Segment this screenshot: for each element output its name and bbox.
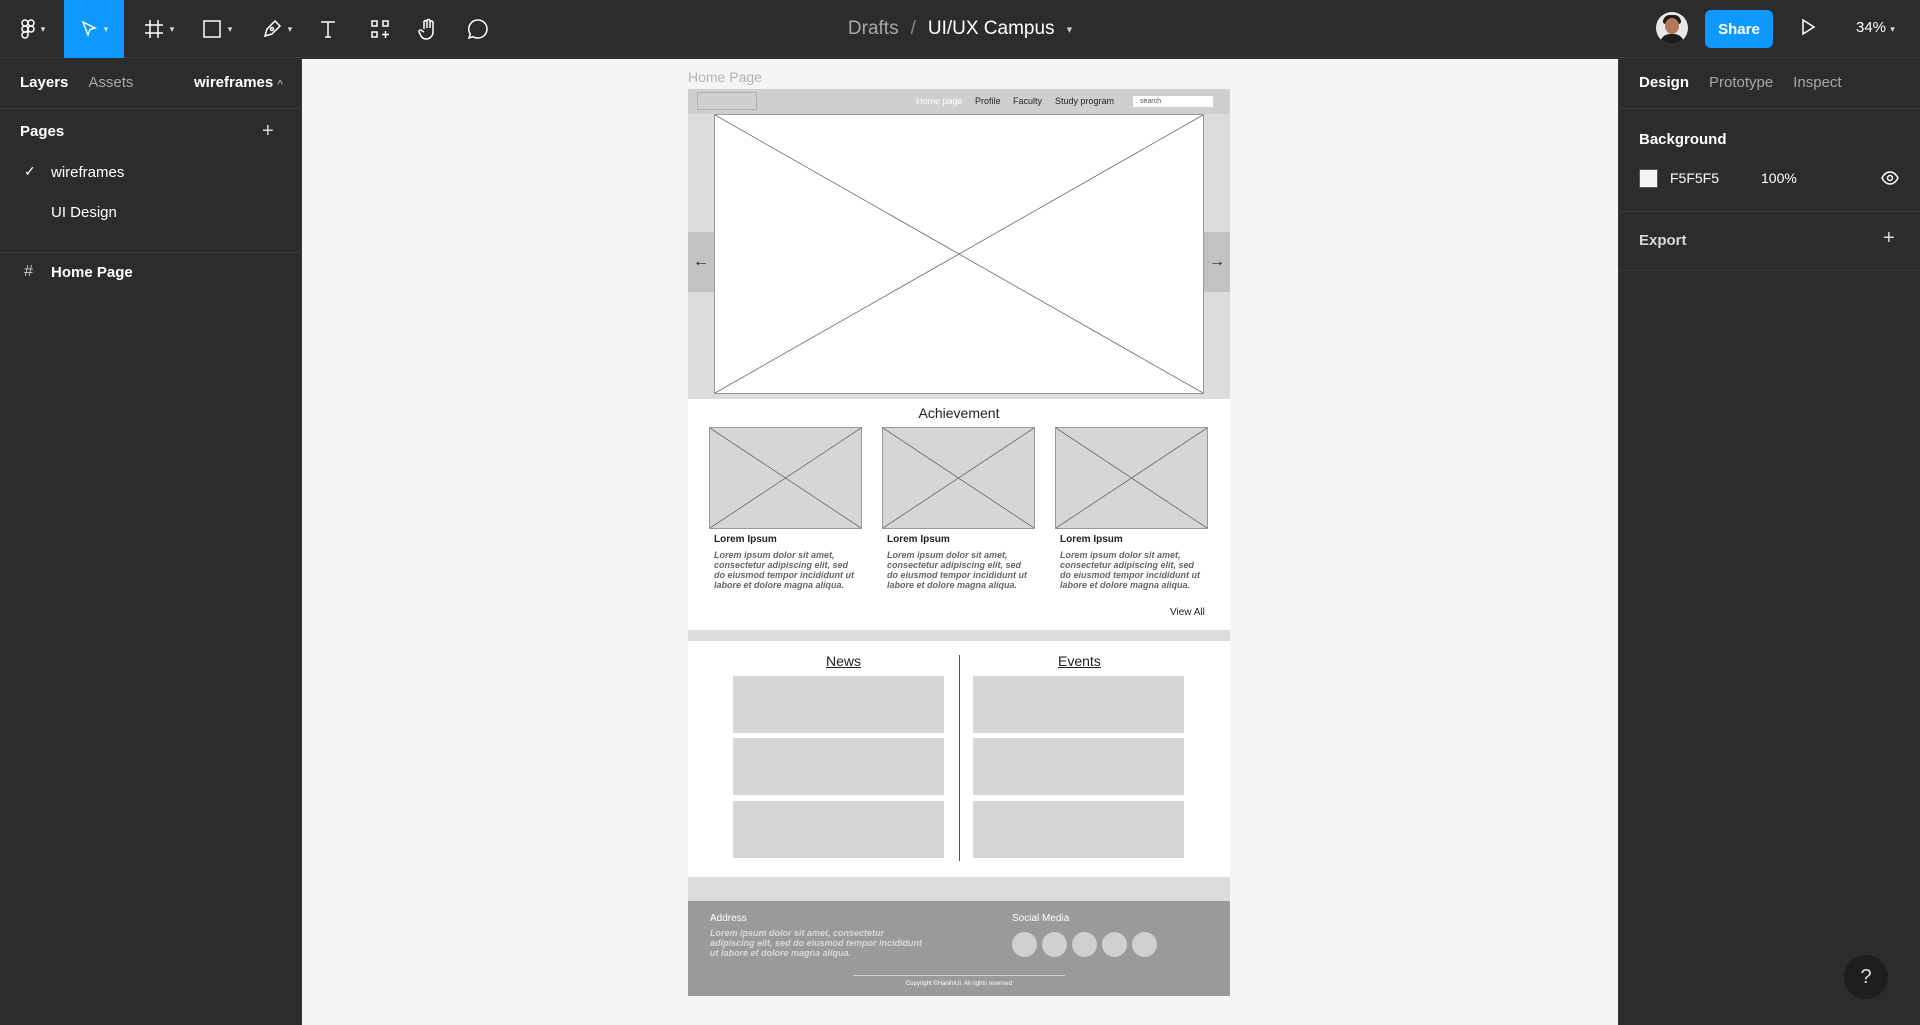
divider	[0, 108, 301, 109]
divider	[1619, 108, 1919, 109]
divider	[0, 252, 301, 253]
achievement-card[interactable]: Lorem Ipsum Lorem ipsum dolor sit amet, …	[1055, 427, 1208, 590]
achievement-card[interactable]: Lorem Ipsum Lorem ipsum dolor sit amet, …	[709, 427, 862, 590]
nav-link-profile[interactable]: Profile	[975, 96, 1001, 106]
news-item-placeholder[interactable]	[733, 676, 944, 733]
pages-heading: Pages	[20, 123, 65, 140]
right-panel-tabs: Design Prototype Inspect	[1639, 74, 1842, 91]
card-text: Lorem ipsum dolor sit amet, consectetur …	[887, 550, 1027, 590]
properties-panel: Design Prototype Inspect Background F5F5…	[1618, 59, 1920, 1025]
divider	[1619, 211, 1919, 212]
news-title: News	[826, 653, 862, 669]
top-toolbar: ▾ ▾ ▾ ▾ ▾ Drafts / UI/UX Campus ▾ Share	[0, 0, 1920, 58]
footer-address-label: Address	[710, 913, 747, 924]
background-hex-value[interactable]: F5F5F5	[1670, 170, 1719, 186]
social-icon[interactable]	[1042, 932, 1067, 957]
zoom-control[interactable]: 34% ▾	[1856, 19, 1895, 36]
social-icon[interactable]	[1132, 932, 1157, 957]
breadcrumb-separator: /	[910, 18, 916, 39]
eye-icon	[1881, 171, 1899, 185]
news-item-placeholder[interactable]	[733, 801, 944, 858]
footer-address-text: Lorem ipsum dolor sit amet, consectetur …	[710, 928, 923, 958]
card-image-placeholder	[709, 427, 862, 529]
help-button[interactable]: ?	[1844, 955, 1888, 999]
card-title: Lorem Ipsum	[887, 534, 950, 545]
news-item-placeholder[interactable]	[733, 738, 944, 795]
search-input[interactable]: search	[1133, 96, 1213, 107]
frame-label[interactable]: Home Page	[688, 69, 762, 85]
event-item-placeholder[interactable]	[973, 738, 1184, 795]
share-button[interactable]: Share	[1705, 10, 1773, 48]
view-all-link[interactable]: View All	[1170, 607, 1205, 618]
breadcrumb: Drafts / UI/UX Campus ▾	[0, 0, 1920, 58]
card-text: Lorem ipsum dolor sit amet, consectetur …	[1060, 550, 1200, 590]
column-divider	[959, 655, 960, 861]
wireframe-footer: Address Lorem ipsum dolor sit amet, cons…	[688, 901, 1230, 996]
check-icon: ✓	[24, 163, 36, 179]
section-divider-band	[688, 877, 1230, 901]
card-title: Lorem Ipsum	[714, 534, 777, 545]
footer-divider	[853, 975, 1065, 976]
logo-placeholder	[697, 92, 757, 110]
card-text: Lorem ipsum dolor sit amet, consectetur …	[714, 550, 854, 590]
card-image-placeholder	[1055, 427, 1208, 529]
present-button[interactable]	[1800, 18, 1816, 41]
zoom-level: 34%	[1856, 19, 1887, 36]
current-page-label: wireframes	[194, 74, 274, 91]
chevron-up-icon: ^	[277, 79, 284, 90]
left-panel-tabs: Layers Assets	[20, 74, 133, 91]
nav-link-home[interactable]: Home page	[916, 96, 963, 106]
visibility-toggle[interactable]	[1881, 171, 1899, 190]
nav-link-faculty[interactable]: Faculty	[1013, 96, 1042, 106]
background-opacity-value[interactable]: 100%	[1761, 170, 1797, 186]
hero-slider: ← →	[688, 114, 1230, 399]
footer-social-label: Social Media	[1012, 913, 1070, 924]
tab-assets[interactable]: Assets	[88, 74, 133, 91]
avatar[interactable]	[1656, 12, 1688, 44]
hero-image-placeholder	[714, 114, 1204, 394]
achievement-card[interactable]: Lorem Ipsum Lorem ipsum dolor sit amet, …	[882, 427, 1035, 590]
frame-icon: #	[24, 263, 33, 280]
home-page-frame[interactable]: Home page Profile Faculty Study program …	[688, 89, 1230, 996]
section-divider-band	[688, 630, 1230, 641]
background-heading: Background	[1639, 131, 1727, 148]
slider-prev-button[interactable]: ←	[688, 232, 714, 292]
layer-home-page[interactable]: Home Page	[51, 264, 133, 281]
tab-prototype[interactable]: Prototype	[1709, 74, 1773, 91]
card-image-placeholder	[882, 427, 1035, 529]
achievement-title: Achievement	[918, 405, 1000, 421]
page-item-ui-design[interactable]: UI Design	[51, 204, 117, 221]
slider-next-button[interactable]: →	[1204, 232, 1230, 292]
events-title: Events	[1058, 653, 1101, 669]
tab-inspect[interactable]: Inspect	[1793, 74, 1841, 91]
background-color-swatch[interactable]	[1639, 169, 1658, 188]
chevron-down-icon: ▾	[1890, 24, 1895, 34]
canvas[interactable]: Home Page Home page Profile Faculty Stud…	[302, 59, 1618, 1025]
social-icon[interactable]	[1102, 932, 1127, 957]
add-page-icon[interactable]: +	[262, 120, 274, 143]
export-heading: Export	[1639, 232, 1687, 249]
add-export-icon[interactable]: +	[1883, 227, 1895, 250]
divider	[1619, 270, 1919, 271]
social-icon[interactable]	[1072, 932, 1097, 957]
layers-panel: Layers Assets wireframes ^ Pages + ✓ wire…	[0, 59, 302, 1025]
event-item-placeholder[interactable]	[973, 676, 1184, 733]
file-name[interactable]: UI/UX Campus	[928, 18, 1055, 40]
breadcrumb-drafts[interactable]: Drafts	[848, 18, 899, 40]
page-item-wireframes[interactable]: wireframes	[51, 164, 124, 181]
card-title: Lorem Ipsum	[1060, 534, 1123, 545]
chevron-down-icon[interactable]: ▾	[1067, 23, 1073, 36]
event-item-placeholder[interactable]	[973, 801, 1184, 858]
tab-design[interactable]: Design	[1639, 74, 1689, 91]
play-icon	[1802, 18, 1816, 36]
nav-link-study-program[interactable]: Study program	[1055, 96, 1114, 106]
tab-layers[interactable]: Layers	[20, 74, 68, 91]
footer-copyright: Copyright ©HanimUI. All rights reserved	[905, 981, 1013, 987]
wireframe-navbar: Home page Profile Faculty Study program …	[688, 89, 1230, 114]
page-switcher[interactable]: wireframes ^	[194, 74, 283, 91]
social-icon[interactable]	[1012, 932, 1037, 957]
